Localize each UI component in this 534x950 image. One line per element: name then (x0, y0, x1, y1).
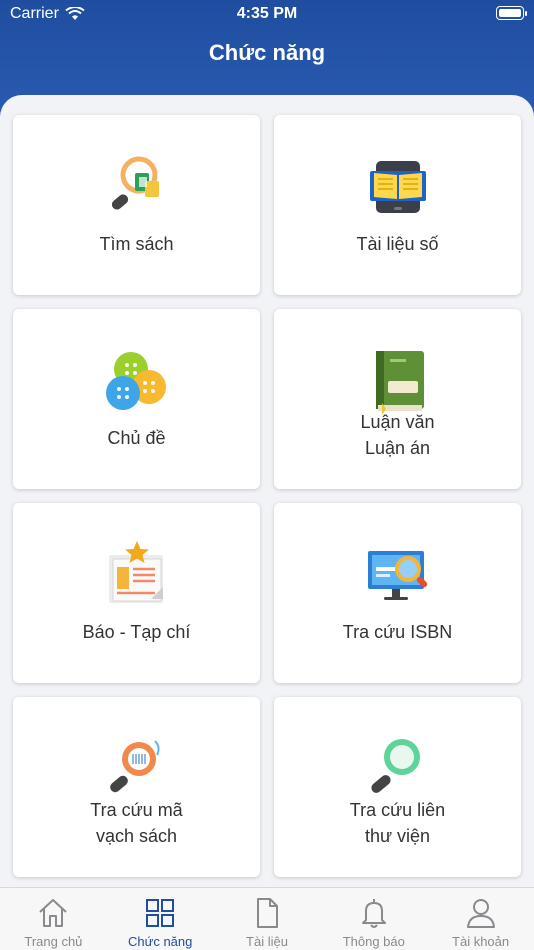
tab-account[interactable]: Tài khoản (427, 888, 534, 950)
clock: 4:35 PM (236, 5, 298, 22)
card-label-line2: Luận án (364, 438, 431, 458)
tab-documents[interactable]: Tài liệu (214, 888, 321, 950)
card-label: Tài liệu số (356, 234, 439, 254)
document-icon (256, 898, 278, 928)
card-thesis[interactable]: Luận văn Luận án (274, 309, 521, 489)
barcode-search-icon (109, 740, 160, 793)
feature-grid: Tìm sách Tài liệu số Chủ đề Luận văn Luậ… (13, 115, 521, 877)
card-label-line1: Tra cứu liên (349, 800, 446, 820)
card-isbn-search[interactable]: Tra cứu ISBN (274, 503, 521, 683)
card-label: Chủ đề (107, 428, 166, 448)
status-bar: Carrier 4:35 PM (0, 0, 534, 30)
bell-icon (361, 899, 386, 928)
tab-home[interactable]: Trang chủ (0, 888, 107, 950)
card-label: Báo - Tạp chí (82, 622, 191, 642)
card-label: Luận văn Luận án (274, 409, 521, 461)
card-label-line1: Tra cứu mã (90, 800, 183, 820)
card-label-line2: vạch sách (95, 826, 178, 846)
card-barcode-search[interactable]: Tra cứu mã vạch sách (13, 697, 260, 877)
book-search-icon (111, 156, 159, 210)
page-title: Chức năng (208, 40, 326, 65)
ebook-tablet-icon (369, 161, 426, 213)
card-label: Tìm sách (99, 234, 174, 254)
card-library-search[interactable]: Tra cứu liên thư viện (274, 697, 521, 877)
card-digital-docs[interactable]: Tài liệu số (274, 115, 521, 295)
tab-label: Tài khoản (452, 934, 510, 949)
tab-notifications[interactable]: Thông báo (320, 888, 427, 950)
card-label: Tra cứu liên thư viện (274, 797, 521, 849)
card-label-line1: Luận văn (360, 412, 435, 432)
topic-buttons-icon (105, 352, 166, 410)
thesis-book-icon (375, 351, 424, 415)
home-icon (39, 899, 68, 927)
tab-functions[interactable]: Chức năng (107, 888, 214, 950)
tab-bar: Trang chủ Chức năng Tài liệu Thông báo T… (0, 887, 534, 950)
card-newspapers[interactable]: Báo - Tạp chí (13, 503, 260, 683)
user-icon (466, 899, 495, 928)
card-label: Tra cứu ISBN (342, 622, 453, 642)
tab-label: Chức năng (128, 934, 193, 949)
card-topics[interactable]: Chủ đề (13, 309, 260, 489)
tab-label: Thông báo (342, 934, 405, 949)
card-label: Tra cứu mã vạch sách (13, 797, 260, 849)
library-search-icon (370, 739, 420, 793)
grid-icon (146, 899, 175, 927)
tab-label: Trang chủ (24, 934, 83, 949)
battery-icon (496, 6, 527, 20)
newspaper-icon (108, 541, 163, 603)
card-find-book[interactable]: Tìm sách (13, 115, 260, 295)
isbn-search-icon (367, 551, 427, 600)
tab-label: Tài liệu (246, 934, 288, 949)
card-label-line2: thư viện (364, 826, 431, 846)
